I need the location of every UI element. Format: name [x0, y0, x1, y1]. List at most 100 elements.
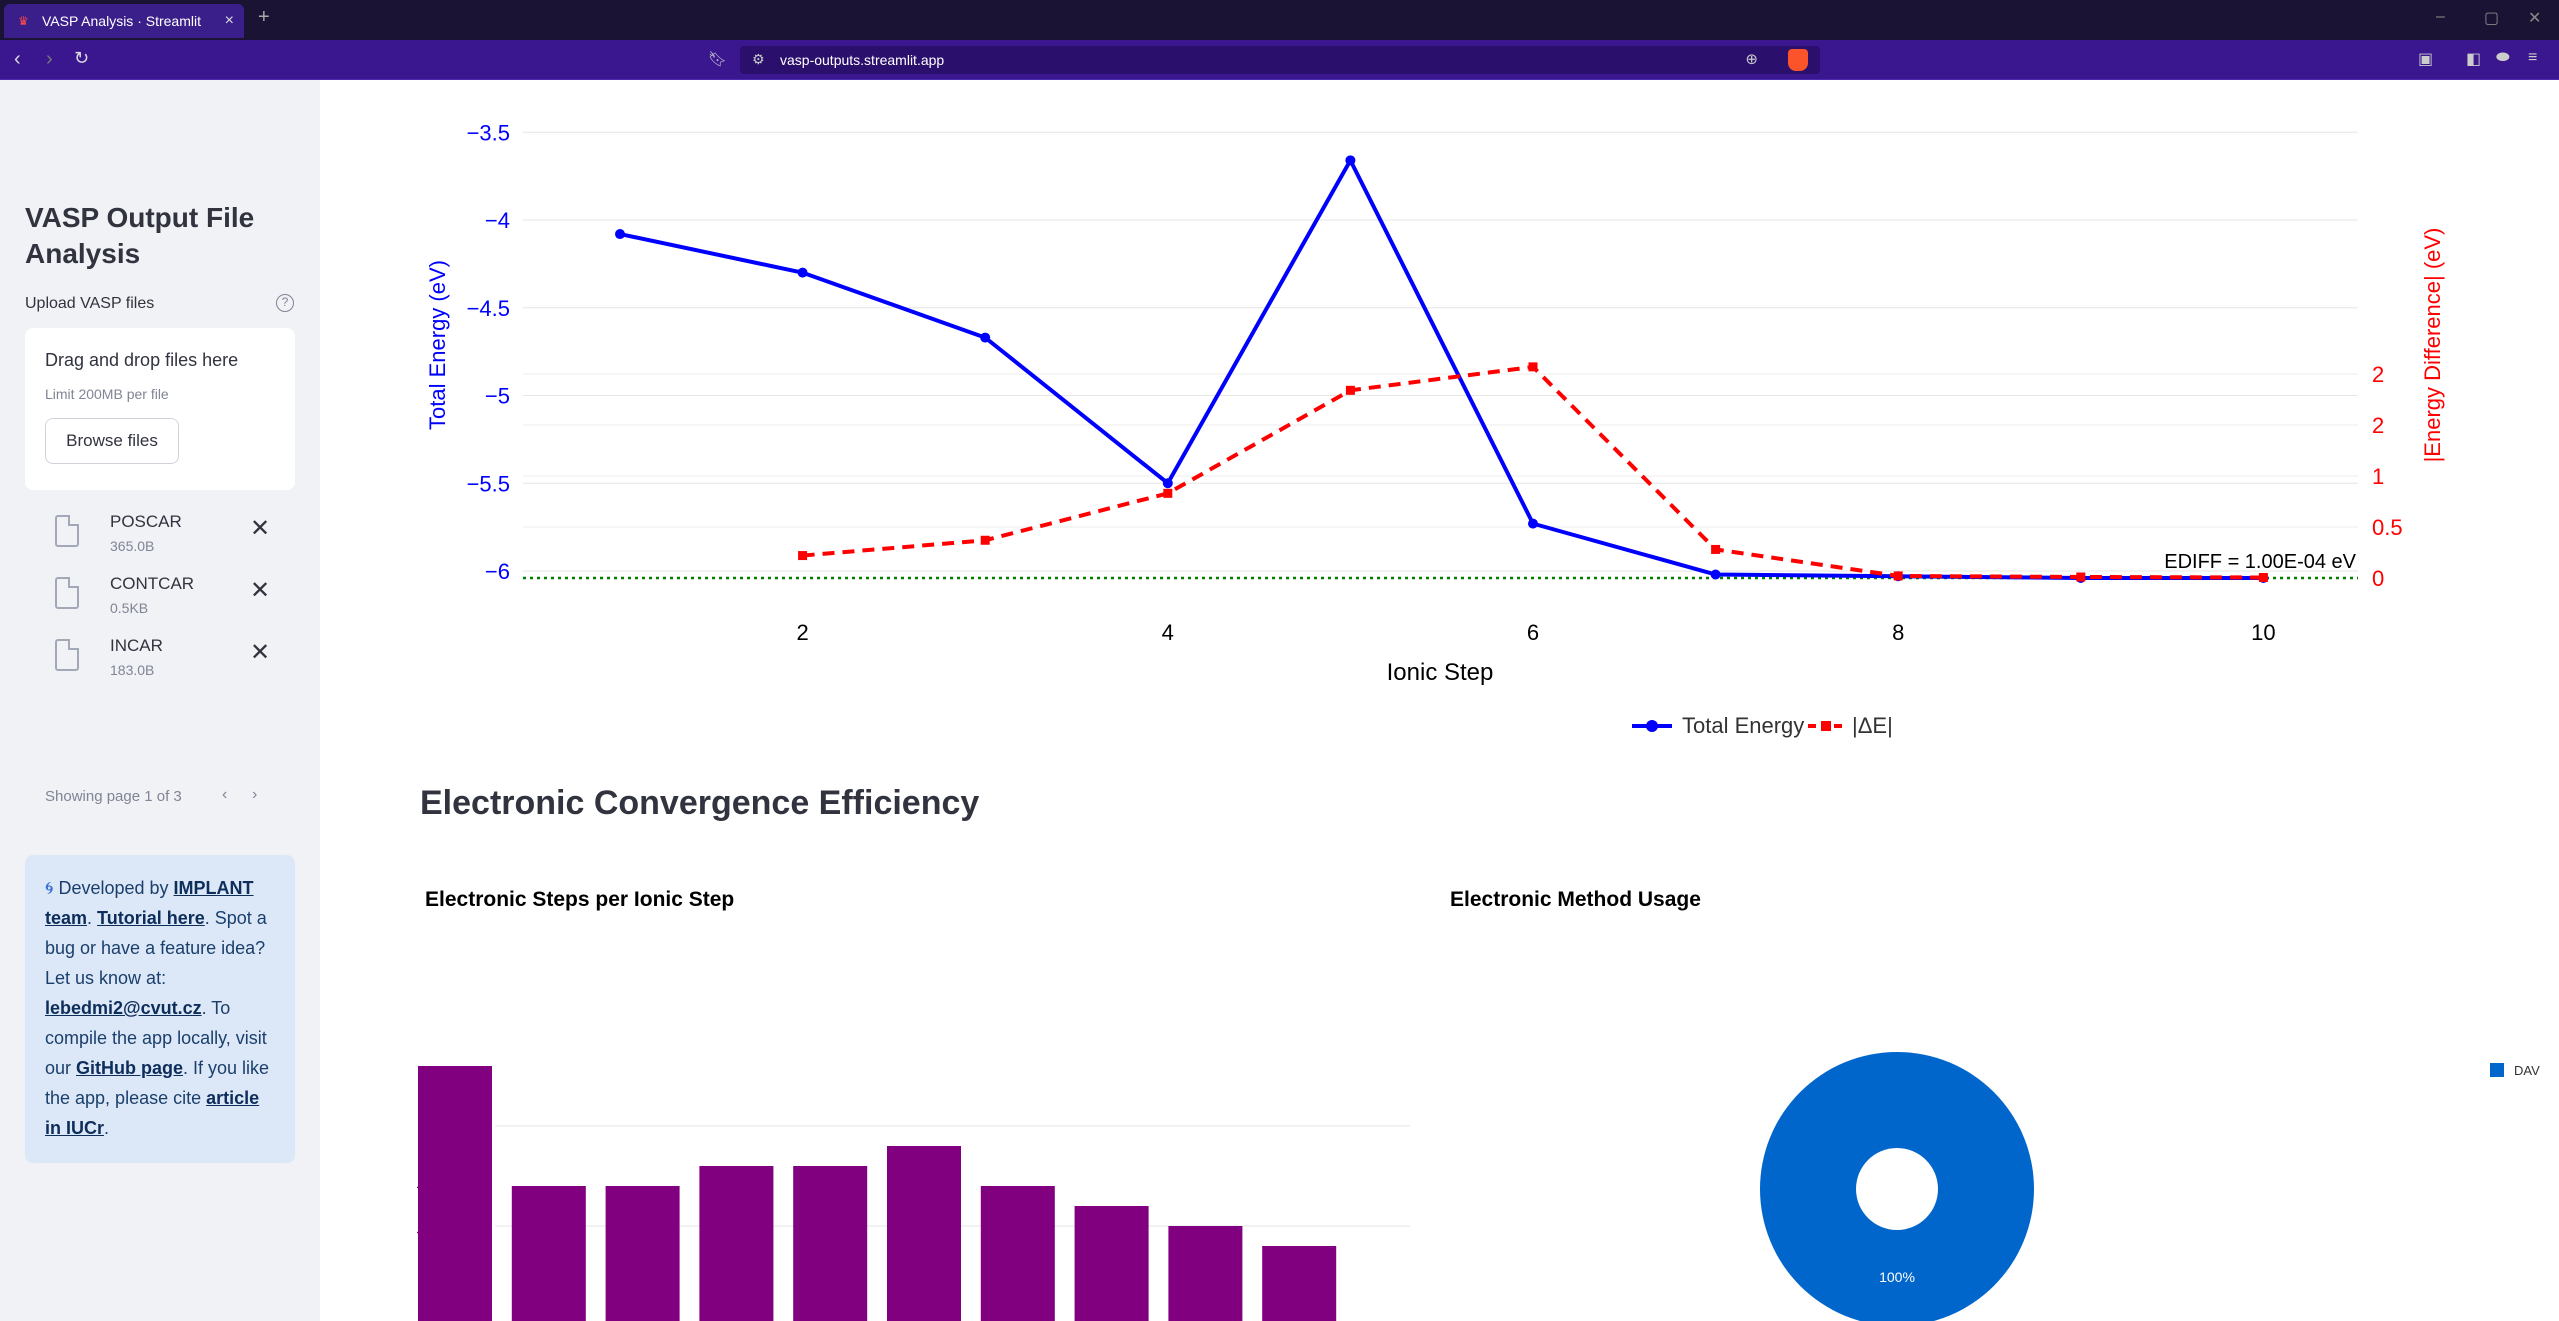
legend-marker: [1821, 721, 1831, 731]
tab-title: VASP Analysis · Streamlit: [42, 13, 201, 29]
legend-label: |ΔE|: [1852, 713, 1893, 738]
forward-icon[interactable]: ›: [46, 48, 53, 71]
data-point: [1345, 155, 1356, 166]
y-axis-title: Total Energy (eV): [425, 260, 450, 430]
legend-label: DAV: [2514, 1063, 2540, 1078]
file-size: 183.0B: [110, 662, 155, 678]
section-title: Electronic Convergence Efficiency: [420, 784, 980, 822]
zoom-icon[interactable]: ⊕: [1745, 50, 1758, 68]
bar: [699, 1166, 774, 1321]
y2-tick-label: 2: [2372, 413, 2384, 438]
github-link[interactable]: GitHub page: [76, 1058, 183, 1078]
wallet-icon[interactable]: ▣: [2418, 49, 2433, 69]
y-axis-title: Electronic Steps: [415, 1136, 432, 1244]
data-point: [1893, 571, 1903, 581]
data-point: [980, 332, 991, 343]
window-close-icon[interactable]: ✕: [2528, 8, 2541, 28]
browser-tab[interactable]: ♛ VASP Analysis · Streamlit ×: [4, 4, 244, 38]
next-page-icon[interactable]: ›: [252, 786, 257, 804]
data-point: [980, 535, 990, 545]
bar: [1074, 1206, 1149, 1321]
dropzone-limit: Limit 200MB per file: [45, 386, 169, 402]
remove-file-icon[interactable]: ✕: [250, 514, 270, 543]
pie-hole: [1856, 1148, 1938, 1230]
sidebar-toggle-icon[interactable]: ◧: [2466, 49, 2481, 69]
y-tick-label: −3.5: [467, 120, 510, 145]
menu-icon[interactable]: ≡: [2528, 49, 2537, 67]
tutorial-link[interactable]: Tutorial here: [97, 908, 205, 928]
file-item: INCAR 183.0B ✕: [50, 634, 290, 684]
data-point: [1345, 385, 1355, 395]
reload-icon[interactable]: ↻: [74, 48, 89, 69]
bar: [605, 1186, 680, 1321]
data-point: [2258, 572, 2268, 582]
info-text: .: [104, 1118, 110, 1138]
file-icon: [55, 515, 79, 547]
file-icon: [55, 639, 79, 671]
y2-tick-label: 0.5: [2372, 515, 2403, 540]
energy-chart[interactable]: −3.5 −4 −4.5 −5 −5.5 −6 2 2 1 0.5 0 2 4 6 8 10 Total Ene…: [320, 80, 2559, 760]
bar: [1262, 1246, 1337, 1321]
info-text: .: [87, 908, 98, 928]
streamlit-crown-icon: ♛: [18, 14, 29, 28]
electronic-method-pie-chart[interactable]: 100% DAV: [1440, 940, 2559, 1321]
new-tab-icon[interactable]: +: [258, 6, 270, 29]
data-point: [1162, 478, 1173, 489]
pie-chart-title: Electronic Method Usage: [1450, 888, 1701, 911]
bar: [980, 1186, 1055, 1321]
main-content: −3.5 −4 −4.5 −5 −5.5 −6 2 2 1 0.5 0 2 4 6 8 10 Total Ene…: [320, 80, 2559, 1321]
help-icon[interactable]: ?: [276, 294, 294, 312]
electronic-steps-bar-chart[interactable]: 0510246810Electronic StepsIonic Step: [400, 940, 1420, 1321]
extensions-icon[interactable]: ⬬: [2496, 49, 2510, 67]
data-point: [1528, 362, 1538, 372]
browse-files-button[interactable]: Browse files: [45, 418, 179, 464]
browser-tab-bar: ♛ VASP Analysis · Streamlit × + – ▢ ✕: [0, 0, 2559, 40]
bookmark-icon[interactable]: 🔖︎: [708, 50, 727, 68]
address-bar[interactable]: ⚙ vasp-outputs.streamlit.app ⊕: [740, 46, 1820, 74]
brave-shields-icon[interactable]: [1788, 49, 1808, 71]
dropzone-title: Drag and drop files here: [45, 350, 239, 370]
y-tick-label: −5.5: [467, 471, 510, 496]
url-text: vasp-outputs.streamlit.app: [780, 52, 945, 68]
legend-marker: [1646, 720, 1658, 732]
y-tick-label: −4: [485, 208, 510, 233]
pie-value-label: 100%: [1879, 1269, 1915, 1285]
info-box: 🌀︎ Developed by IMPLANT team. Tutorial h…: [25, 855, 295, 1163]
bar: [793, 1166, 868, 1321]
sidebar-title: VASP Output File Analysis: [25, 202, 255, 269]
file-name: POSCAR: [110, 512, 182, 531]
y2-tick-label: 1: [2372, 464, 2384, 489]
data-point: [1710, 569, 1721, 580]
prev-page-icon[interactable]: ‹: [222, 786, 227, 804]
remove-file-icon[interactable]: ✕: [250, 638, 270, 667]
remove-file-icon[interactable]: ✕: [250, 576, 270, 605]
x-tick-label: 8: [1892, 620, 1904, 645]
tab-close-icon[interactable]: ×: [225, 12, 234, 30]
sidebar: VASP Output File Analysis Upload VASP fi…: [0, 80, 320, 1321]
ediff-threshold-label: EDIFF = 1.00E-04 eV: [2164, 551, 2356, 573]
data-point: [1528, 518, 1538, 529]
email-link[interactable]: lebedmi2@cvut.cz: [45, 998, 202, 1018]
bar: [511, 1186, 586, 1321]
data-point: [1711, 544, 1721, 554]
bar-chart-title: Electronic Steps per Ionic Step: [425, 888, 735, 911]
series-line: [802, 364, 2264, 580]
data-point: [798, 551, 808, 561]
minimize-icon[interactable]: –: [2436, 8, 2445, 26]
y2-tick-label: 0: [2372, 566, 2384, 591]
browser-nav-bar: ‹ › ↻ 🔖︎ ⚙ vasp-outputs.streamlit.app ⊕ …: [0, 40, 2559, 80]
site-info-icon[interactable]: ⚙: [752, 51, 765, 68]
data-point: [615, 229, 625, 240]
y2-tick-label: 2: [2372, 362, 2384, 387]
data-point: [1163, 488, 1173, 498]
x-tick-label: 2: [796, 620, 808, 645]
restore-icon[interactable]: ▢: [2484, 8, 2499, 28]
file-dropzone[interactable]: Drag and drop files here Limit 200MB per…: [25, 328, 295, 490]
x-tick-label: 6: [1527, 620, 1539, 645]
file-name: INCAR: [110, 636, 163, 655]
bar: [887, 1146, 961, 1321]
back-icon[interactable]: ‹: [14, 48, 21, 71]
file-item: POSCAR 365.0B ✕: [50, 510, 290, 560]
y2-axis-title: |Energy Difference| (eV): [2420, 228, 2445, 463]
upload-label: Upload VASP files: [25, 295, 155, 312]
